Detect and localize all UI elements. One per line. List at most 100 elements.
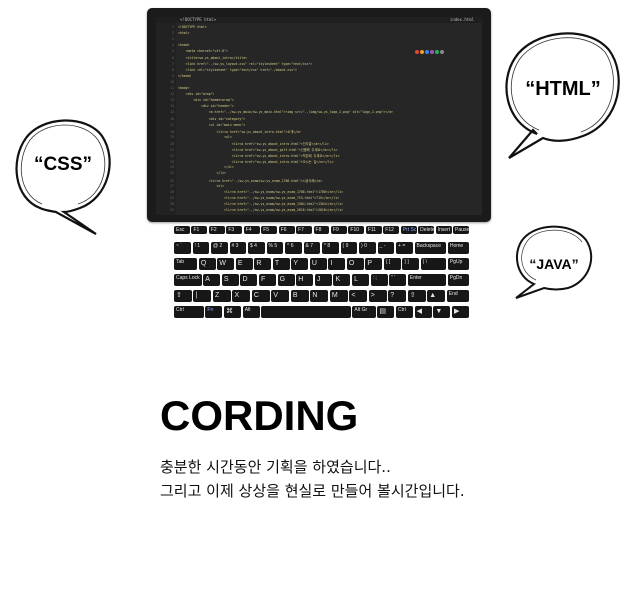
keyboard-key[interactable]: R [254, 258, 272, 270]
keyboard-key[interactable]: I [328, 258, 346, 270]
keyboard-key[interactable]: F2 [208, 226, 225, 234]
keyboard-key[interactable]: > [368, 290, 387, 302]
code-text: <li><a href="../sw-ys_exam/sw-ys_exam_20… [178, 208, 344, 212]
keyboard-key[interactable]: ▤ [377, 306, 395, 318]
keyboard-key[interactable]: Alt Gr [352, 306, 376, 318]
keyboard-key[interactable]: PgUp [447, 258, 469, 270]
keyboard-key[interactable]: " ' [389, 274, 407, 286]
keyboard-key[interactable]: # 3 [229, 242, 247, 254]
keyboard-key[interactable]: ▲ [427, 290, 446, 302]
keyboard-key[interactable]: ▶ [451, 306, 469, 318]
keyboard-key[interactable]: F11 [365, 226, 382, 234]
keyboard-key[interactable]: Delete [418, 226, 435, 234]
editor-tab[interactable]: <!DOCTYPE html> [180, 17, 216, 22]
keyboard-key[interactable]: T [272, 258, 290, 270]
keyboard-key[interactable]: | [193, 290, 212, 302]
keyboard-key[interactable]: + = [396, 242, 413, 254]
keyboard-key[interactable]: ) 0 [359, 242, 376, 254]
keyboard-key[interactable]: F5 [261, 226, 278, 234]
keyboard-key[interactable]: { [ [383, 258, 401, 270]
keyboard-key[interactable]: F6 [278, 226, 295, 234]
keyboard-key[interactable]: Z [212, 290, 231, 302]
keyboard-key[interactable]: _ - [377, 242, 395, 254]
keyboard-key[interactable]: ^ 6 [285, 242, 302, 254]
keyboard-key[interactable]: Y [291, 258, 309, 270]
keyboard-key[interactable]: ⇧ [174, 290, 192, 302]
keyboard-key[interactable]: Q [198, 258, 216, 270]
keyboard-key[interactable]: Caps Lock [174, 274, 202, 286]
code-line: 7 <link href="../sw-ys_layout.css" rel="… [156, 62, 312, 68]
keyboard-key[interactable]: : ; [370, 274, 388, 286]
keyboard-key[interactable]: ⇧ [407, 290, 426, 302]
keyboard-key[interactable]: End [446, 290, 469, 302]
keyboard-key[interactable]: Alt [242, 306, 260, 318]
keyboard-key[interactable]: < [349, 290, 368, 302]
keyboard-key[interactable]: PgDn [447, 274, 469, 286]
keyboard-key[interactable]: L [352, 274, 370, 286]
keyboard-key[interactable]: Fn [205, 306, 223, 318]
keyboard-key[interactable]: A [203, 274, 221, 286]
edge-icon[interactable] [440, 50, 444, 54]
code-line: 20 <li><a href="sw-ys_about_intro.html">… [156, 141, 329, 147]
keyboard-key[interactable]: Tab [174, 258, 198, 270]
keyboard-key[interactable]: Pause Break [453, 226, 469, 234]
code-text: <ul> [178, 183, 225, 188]
keyboard-key[interactable]: $ 4 [248, 242, 265, 254]
keyboard-key[interactable]: D [240, 274, 258, 286]
line-number: 16 [170, 116, 174, 121]
keyboard-key[interactable]: W [217, 258, 235, 270]
keyboard-key[interactable]: | \ [420, 258, 447, 270]
ie-icon[interactable] [425, 50, 429, 54]
keyboard-key[interactable]: ⌘ [224, 306, 242, 318]
keyboard-key[interactable] [261, 306, 351, 318]
keyboard-key[interactable]: B [290, 290, 309, 302]
keyboard-key[interactable]: F3 [226, 226, 243, 234]
keyboard-key[interactable]: F7 [296, 226, 313, 234]
keyboard-key[interactable]: Backspace [414, 242, 447, 254]
safari-icon[interactable] [435, 50, 439, 54]
keyboard-key[interactable]: S [221, 274, 239, 286]
keyboard-key[interactable]: F8 [313, 226, 330, 234]
chrome-icon[interactable] [415, 50, 419, 54]
keyboard-key[interactable]: O [346, 258, 364, 270]
keyboard-key[interactable]: F12 [383, 226, 400, 234]
keyboard-key[interactable]: V [271, 290, 290, 302]
keyboard-key[interactable]: J [314, 274, 332, 286]
keyboard-key[interactable]: M [329, 290, 348, 302]
keyboard-key[interactable]: ( 9 [340, 242, 358, 254]
keyboard-key[interactable]: F4 [243, 226, 260, 234]
keyboard-key[interactable]: F9 [330, 226, 347, 234]
keyboard-key[interactable]: P [365, 258, 383, 270]
code-line: 26 <li><a href="../sw-ys_exam/sw-ys_exam… [156, 178, 322, 184]
keyboard-key[interactable]: F10 [348, 226, 365, 234]
keyboard-key[interactable]: K [333, 274, 351, 286]
firefox-icon[interactable] [420, 50, 424, 54]
keyboard-key[interactable]: F [259, 274, 277, 286]
keyboard-key[interactable]: N [310, 290, 329, 302]
keyboard-key[interactable]: E [235, 258, 253, 270]
keyboard-key[interactable]: % 5 [266, 242, 284, 254]
keyboard-key[interactable]: C [251, 290, 270, 302]
keyboard-key[interactable]: ! 1 [192, 242, 210, 254]
keyboard-key[interactable]: ◀ [414, 306, 432, 318]
keyboard-key[interactable]: Prt Sc [400, 226, 417, 234]
keyboard-key[interactable]: F1 [191, 226, 208, 234]
keyboard-key[interactable]: ▼ [433, 306, 451, 318]
keyboard-key[interactable]: H [296, 274, 314, 286]
keyboard-key[interactable]: U [309, 258, 327, 270]
keyboard-key[interactable]: G [277, 274, 295, 286]
keyboard-key[interactable]: Insert [435, 226, 452, 234]
keyboard-key[interactable]: Ctrl [174, 306, 204, 318]
keyboard-key[interactable]: ~ ` [174, 242, 191, 254]
keyboard-key[interactable]: Home [447, 242, 469, 254]
keyboard-key[interactable]: * 8 [322, 242, 339, 254]
keyboard-key[interactable]: @ 2 [211, 242, 228, 254]
keyboard-key[interactable]: Enter [407, 274, 447, 286]
keyboard-key[interactable]: Esc [174, 226, 190, 234]
keyboard-key[interactable]: } ] [402, 258, 420, 270]
keyboard-key[interactable]: ? [388, 290, 407, 302]
opera-icon[interactable] [430, 50, 434, 54]
keyboard-key[interactable]: & 7 [303, 242, 321, 254]
keyboard-key[interactable]: X [232, 290, 251, 302]
keyboard-key[interactable]: Ctrl [396, 306, 414, 318]
